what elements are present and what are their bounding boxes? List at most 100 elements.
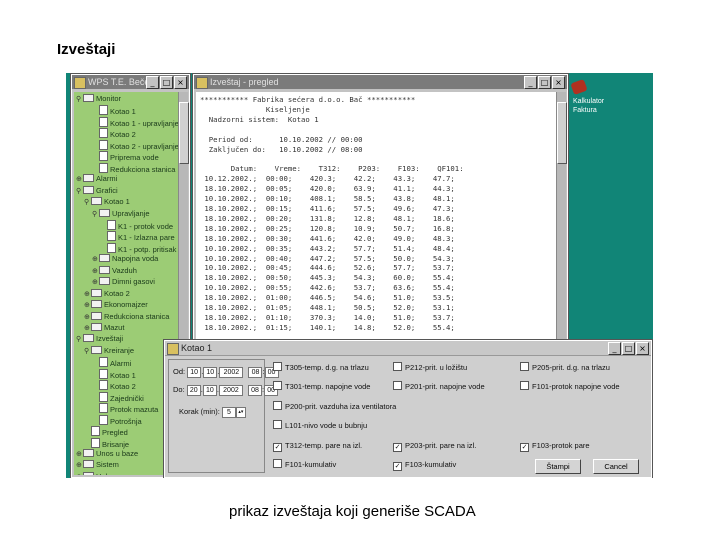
measurement-checkbox[interactable]: P201-prit. napojne vode [393, 381, 485, 392]
tree-item[interactable]: Zajednički [92, 391, 144, 403]
measurement-checkbox[interactable]: ✓ P203-prit. pare na izl. [393, 440, 476, 452]
tree-toggle-icon[interactable]: ⚲ [76, 335, 83, 345]
tree-item[interactable]: ⊕ Redukciona stanica [84, 311, 169, 323]
measurement-checkbox[interactable]: P205-prit. d.g. na trlazu [520, 362, 610, 373]
tree-item[interactable]: Redukciona stanica [92, 162, 175, 174]
minimize-button[interactable]: _ [524, 76, 537, 89]
minimize-button[interactable]: _ [608, 342, 621, 355]
checkbox-box[interactable]: ✓ [520, 443, 529, 452]
tree-toggle-icon[interactable]: ⊕ [84, 290, 91, 300]
od-year-field[interactable]: 2002 [219, 366, 244, 378]
do-month-field[interactable]: 10 [202, 384, 217, 396]
od-hour-field[interactable]: 08 [248, 366, 263, 378]
desktop-shortcut-icon[interactable] [570, 78, 596, 96]
tree-item[interactable]: ⊕ Dimni gasovi [92, 277, 155, 287]
measurement-checkbox[interactable]: T305-temp. d.g. na trlazu [273, 362, 369, 373]
tree-item[interactable]: ⚲ Upravljanje [92, 208, 150, 219]
tree-toggle-icon[interactable]: ⊕ [84, 324, 91, 334]
tree-item[interactable]: ⊕ Alarmi [76, 174, 117, 184]
tree-item[interactable]: Alarmi [92, 357, 131, 368]
checkbox-box[interactable] [393, 381, 402, 390]
tree-item[interactable]: ⊕ Napojna voda [92, 254, 158, 264]
korak-input[interactable]: 5 [221, 406, 236, 418]
tree-toggle-icon[interactable]: ⊕ [84, 313, 91, 323]
tree-toggle-icon[interactable]: ⊕ [76, 175, 83, 185]
tree-item[interactable]: Protok mazuta [92, 403, 158, 414]
tree-item[interactable]: ⚲ Kotao 1 [84, 197, 130, 207]
checkbox-box[interactable] [273, 381, 282, 390]
od-day-field[interactable]: 10 [187, 366, 202, 378]
close-button[interactable]: × [636, 342, 649, 355]
cancel-button[interactable]: Cancel [593, 459, 639, 474]
tree-item[interactable]: ⚲ Izveštaji [76, 334, 123, 344]
tree-item[interactable]: Potrošnja [92, 414, 142, 426]
checkbox-box[interactable]: ✓ [273, 443, 282, 452]
tree-item[interactable]: K1 - potp. pritisak [100, 242, 176, 254]
tree-item[interactable]: Kotao 2 [92, 380, 136, 391]
tree-item[interactable]: ⊕ Vazduh [92, 265, 137, 277]
od-month-field[interactable]: 10 [203, 366, 218, 378]
tree-window-titlebar[interactable]: WPS T.E. Bečej _ □ × [72, 75, 189, 89]
tree-item[interactable]: Brisanje [84, 437, 129, 449]
tree-item[interactable]: Pregled [84, 426, 128, 437]
measurement-checkbox[interactable]: T301-temp. napojne vode [273, 381, 370, 392]
tree-item[interactable]: ⚲ Kreiranje [84, 345, 134, 357]
checkbox-box[interactable]: ✓ [393, 462, 402, 471]
tree-item[interactable]: K1 - protok vode [100, 219, 173, 231]
tree-item[interactable]: ⊕ Ekonomajzer [84, 300, 148, 310]
tree-item[interactable]: K1 - Izlazna pare [100, 231, 175, 242]
tree-toggle-icon[interactable]: ⚲ [76, 95, 83, 105]
tree-item[interactable]: ⊕ Help [76, 471, 111, 475]
measurement-checkbox[interactable]: P200-prit. vazduha iza ventilatora [273, 401, 396, 412]
kotao-dialog-titlebar[interactable]: Kotao 1 _ □ × [165, 341, 651, 356]
tree-item[interactable]: ⊕ Unos u baze [76, 448, 138, 460]
tree-toggle-icon[interactable]: ⊕ [76, 461, 83, 471]
report-scrollbar[interactable] [556, 92, 567, 343]
tree-item[interactable]: Kotao 2 [92, 128, 136, 139]
checkbox-box[interactable] [520, 381, 529, 390]
close-button[interactable]: × [552, 76, 565, 89]
do-day-field[interactable]: 20 [186, 384, 201, 396]
maximize-button[interactable]: □ [622, 342, 635, 355]
do-hour-field[interactable]: 08 [248, 384, 263, 396]
tree-item[interactable]: ⊕ Kotao 2 [84, 288, 130, 300]
measurement-checkbox[interactable]: F101-kumulativ [273, 459, 336, 470]
checkbox-box[interactable] [273, 420, 282, 429]
print-button[interactable]: Štampi [535, 459, 581, 474]
measurement-checkbox[interactable]: P212-prit. u ložištu [393, 362, 467, 373]
tree-toggle-icon[interactable]: ⊕ [92, 267, 99, 277]
checkbox-box[interactable] [273, 459, 282, 468]
measurement-checkbox[interactable]: L101-nivo vode u bubnju [273, 420, 367, 431]
tree-toggle-icon[interactable]: ⊕ [92, 278, 99, 288]
tree-toggle-icon[interactable]: ⊕ [84, 301, 91, 311]
tree-item[interactable]: Kotao 1 - upravljanje [92, 116, 178, 128]
measurement-checkbox[interactable]: ✓ T312-temp. pare na izl. [273, 440, 362, 452]
report-window-titlebar[interactable]: Izveštaj - pregled _ □ × [194, 75, 567, 89]
tree-item[interactable]: ⚲ Monitor [76, 94, 121, 104]
measurement-checkbox[interactable]: ✓ F103-kumulativ [393, 459, 456, 471]
minimize-button[interactable]: _ [146, 76, 159, 89]
maximize-button[interactable]: □ [538, 76, 551, 89]
checkbox-box[interactable]: ✓ [393, 443, 402, 452]
checkbox-box[interactable] [273, 401, 282, 410]
tree-toggle-icon[interactable]: ⊕ [76, 473, 83, 475]
tree-toggle-icon[interactable]: ⚲ [76, 187, 83, 197]
tree-toggle-icon[interactable]: ⚲ [84, 347, 91, 357]
tree-item[interactable]: Priprema vode [92, 151, 159, 162]
tree-item[interactable]: ⊕ Sistem [76, 460, 119, 470]
scroll-thumb[interactable] [179, 102, 189, 164]
measurement-checkbox[interactable]: ✓ F103-protok pare [520, 440, 590, 452]
korak-spinner-icon[interactable]: ▴▾ [235, 406, 246, 418]
tree-item[interactable]: Kotao 1 [92, 368, 136, 380]
checkbox-box[interactable] [273, 362, 282, 371]
tree-item[interactable]: ⊕ Mazut [84, 323, 124, 333]
tree-item[interactable]: ⚲ Grafici [76, 185, 118, 197]
maximize-button[interactable]: □ [160, 76, 173, 89]
tree-toggle-icon[interactable]: ⊕ [76, 450, 83, 460]
do-year-field[interactable]: 2002 [218, 384, 243, 396]
checkbox-box[interactable] [393, 362, 402, 371]
tree-toggle-icon[interactable]: ⚲ [84, 198, 91, 208]
checkbox-box[interactable] [520, 362, 529, 371]
tree-item[interactable]: Kotao 1 [92, 105, 136, 116]
tree-toggle-icon[interactable]: ⊕ [92, 255, 99, 265]
